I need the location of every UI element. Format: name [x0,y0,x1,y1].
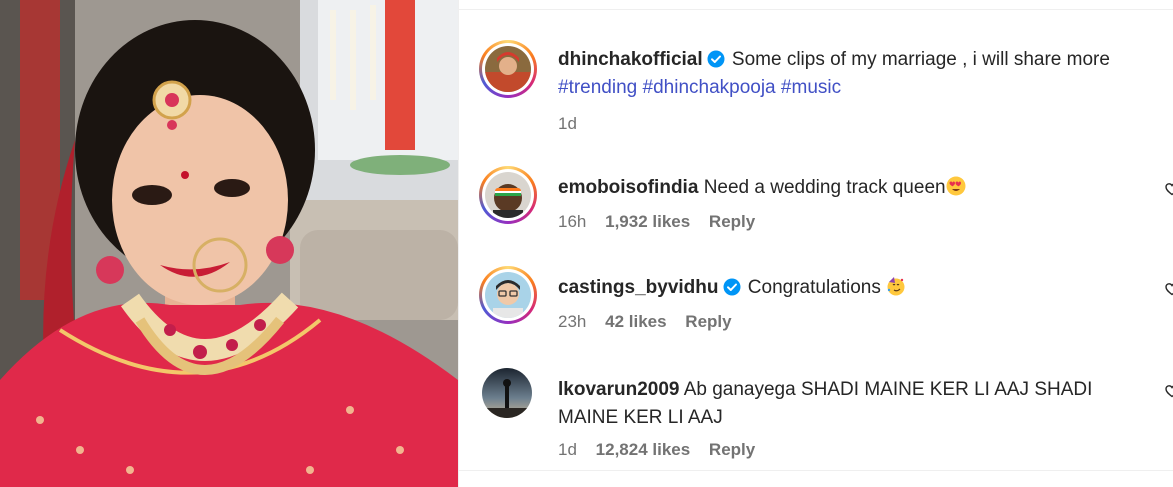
avatar[interactable] [485,272,531,318]
username[interactable]: dhinchakofficial [558,49,703,70]
username[interactable]: lkovarun2009 [558,379,679,400]
hashtag-link[interactable]: #dhinchakpooja [643,77,776,98]
comment-time[interactable]: 16h [558,212,586,231]
story-ring[interactable] [479,40,537,98]
username[interactable]: castings_byvidhu [558,277,719,298]
story-ring[interactable] [479,266,537,324]
avatar[interactable] [485,172,531,218]
party-face-emoji-icon [887,277,905,296]
comment-text: Congratulations [747,277,881,298]
top-divider [459,9,1173,10]
like-count[interactable]: 1,932 likes [605,212,690,231]
post-time[interactable]: 1d [558,114,577,133]
hashtag-link[interactable]: #music [781,77,841,98]
reply-button[interactable]: Reply [709,440,755,459]
comments-panel: dhinchakofficial Some clips of my marria… [458,0,1173,487]
story-ring[interactable] [479,166,537,224]
like-heart-icon[interactable] [1165,182,1173,196]
username[interactable]: emoboisofindia [558,177,698,198]
like-heart-icon[interactable] [1165,384,1173,398]
reply-button[interactable]: Reply [709,212,755,231]
hashtag-link[interactable]: #trending [558,77,637,98]
like-count[interactable]: 42 likes [605,312,666,331]
avatar[interactable] [485,46,531,92]
verified-badge-icon [707,50,725,68]
comment-text: Need a wedding track queen [703,177,946,198]
verified-badge-icon [723,278,740,296]
reply-button[interactable]: Reply [685,312,731,331]
avatar[interactable] [482,368,532,418]
bottom-divider [459,470,1173,471]
bride-photo-illustration [0,0,458,487]
comment-time[interactable]: 1d [558,440,577,459]
like-heart-icon[interactable] [1165,282,1173,296]
like-count[interactable]: 12,824 likes [596,440,691,459]
caption-text: Some clips of my marriage , i will share… [731,49,1110,70]
comment-time[interactable]: 23h [558,312,586,331]
post-photo[interactable] [0,0,458,487]
heart-eyes-emoji-icon [946,176,966,196]
